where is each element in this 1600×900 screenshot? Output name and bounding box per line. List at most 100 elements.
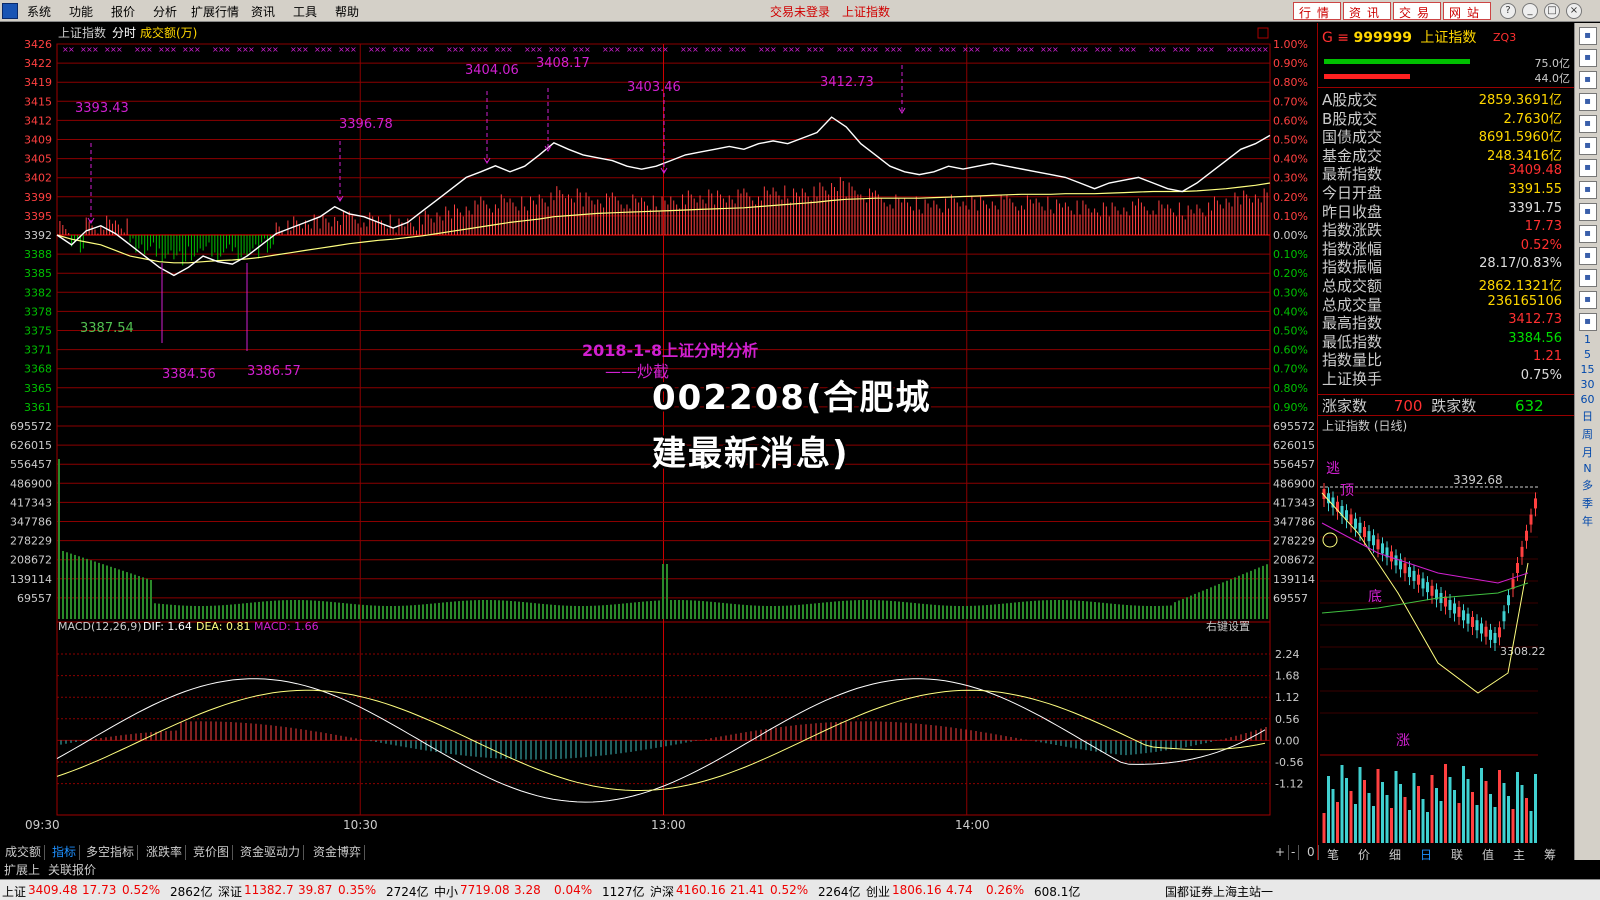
menu-info[interactable]: 资讯	[251, 3, 275, 20]
info-icon[interactable]: ▪	[1578, 181, 1597, 199]
help-icon[interactable]: ?	[1500, 3, 1516, 19]
price-axis-label: 3412	[24, 114, 52, 127]
indicator-tab[interactable]: 涨跌率	[143, 845, 187, 860]
period-button[interactable]: 周	[1578, 426, 1598, 442]
kline-icon[interactable]: ▪	[1578, 269, 1597, 287]
down-icon[interactable]: ▪	[1578, 71, 1597, 89]
panel-tab[interactable]: 价	[1358, 846, 1370, 863]
period-button[interactable]: 季	[1578, 495, 1598, 511]
close-icon[interactable]: ×	[1566, 3, 1582, 19]
price-axis-label: 3375	[24, 325, 52, 338]
quote-row: 国债成交 8691.5960亿	[1322, 126, 1562, 146]
mini-volume-bar	[1399, 784, 1402, 843]
menu-analysis[interactable]: 分析	[153, 3, 177, 20]
signal-mark: ×	[1208, 45, 1215, 54]
macd-name: MACD(12,26,9)	[58, 620, 142, 633]
price-axis-label: 3378	[24, 305, 52, 318]
tab-market[interactable]: 行情	[1293, 2, 1342, 20]
indicator-tab[interactable]: 指标	[49, 845, 81, 860]
restore-icon[interactable]: □	[1544, 3, 1560, 19]
indicator-tab[interactable]: 资金驱动力	[237, 845, 305, 860]
period-button[interactable]: 30	[1578, 378, 1598, 391]
indicator-tab[interactable]: 资金博弈	[310, 845, 366, 860]
minimize-icon[interactable]: _	[1522, 3, 1538, 19]
signal-mark: ×	[818, 45, 825, 54]
mini-volume-bar	[1345, 778, 1348, 843]
buy-volume-bar	[1324, 59, 1470, 64]
tab-website[interactable]: 网站	[1443, 2, 1492, 20]
menu-quote[interactable]: 报价	[111, 3, 135, 20]
price-axis-label: 3426	[24, 38, 52, 51]
menu-extended[interactable]: 扩展行情	[191, 3, 239, 20]
chart-icon[interactable]: ▪	[1578, 115, 1597, 133]
period-button[interactable]: 15	[1578, 363, 1598, 376]
panel-tab[interactable]: 筹	[1544, 846, 1556, 863]
pct-axis-label: 0.50%	[1273, 325, 1308, 338]
panel-tab[interactable]: 主	[1513, 846, 1525, 863]
indicator-tab[interactable]: 多空指标	[83, 845, 139, 860]
panel-tab[interactable]: 联	[1451, 846, 1463, 863]
period-button[interactable]: N	[1578, 462, 1598, 475]
tab-trade[interactable]: 交易	[1393, 2, 1442, 20]
period-button[interactable]: 5	[1578, 348, 1598, 361]
grid-icon[interactable]: ▪	[1578, 93, 1597, 111]
quote-label: 上证换手	[1322, 370, 1383, 388]
volume-unit: 成交额(万)	[140, 25, 197, 40]
menu-tools[interactable]: 工具	[293, 3, 317, 20]
signal-mark: ×	[1028, 45, 1035, 54]
table-icon[interactable]: ▪	[1578, 225, 1597, 243]
ticker-name: 中小	[434, 885, 459, 899]
panel-tab[interactable]: 笔	[1327, 846, 1339, 863]
quote-row: 最高指数 3412.73	[1322, 312, 1562, 332]
mini-candle	[1367, 531, 1371, 542]
trade-status[interactable]: 交易未登录	[770, 3, 830, 20]
notes-icon[interactable]: ▪	[1578, 137, 1597, 155]
macd-value: MACD: 1.66	[254, 620, 319, 633]
period-button[interactable]: 日	[1578, 408, 1598, 424]
scroll-up-icon[interactable]: ▪	[1578, 27, 1597, 45]
trend-icon[interactable]: ▪	[1578, 247, 1597, 265]
daily-kline-chart[interactable]: 3392.68 3308.22 逃顶底涨	[1318, 433, 1575, 845]
panel-tab[interactable]: 值	[1482, 846, 1494, 863]
tab-news[interactable]: 资讯	[1343, 2, 1392, 20]
broker-station[interactable]: 国都证券上海主站一	[1165, 883, 1273, 900]
period-button[interactable]: 年	[1578, 513, 1598, 529]
quote-row: 总成交额 2862.1321亿	[1322, 275, 1562, 295]
period-button[interactable]: 60	[1578, 393, 1598, 406]
app-logo-icon[interactable]	[2, 3, 18, 19]
menu-function[interactable]: 功能	[69, 3, 93, 20]
zoom-control[interactable]: +	[1272, 845, 1290, 860]
ticker-name: 创业	[866, 885, 891, 899]
f10-icon[interactable]: ▪	[1578, 203, 1597, 221]
mini-signal-circle	[1322, 532, 1338, 548]
compare-icon[interactable]: ▪	[1578, 291, 1597, 309]
ticker-value: 3409.48	[28, 883, 78, 897]
pct-icon[interactable]: ▪	[1578, 313, 1597, 331]
list-icon[interactable]: ▪	[1578, 159, 1597, 177]
zoom-control[interactable]: -	[1288, 845, 1300, 860]
quote-value: 8691.5960亿	[1478, 130, 1562, 146]
menu-help[interactable]: 帮助	[335, 3, 359, 20]
rise-value: 700	[1393, 397, 1423, 415]
panel-tab[interactable]: 细	[1389, 846, 1401, 863]
signal-mark: ×	[584, 45, 591, 54]
tab-extended[interactable]: 扩展上	[4, 861, 40, 878]
mini-volume-bar	[1448, 777, 1452, 843]
panel-divider	[1318, 87, 1575, 88]
volume-axis-label-right: 486900	[1273, 477, 1315, 490]
indicator-tab[interactable]: 成交额	[2, 845, 46, 860]
mini-ma-line-3	[1321, 582, 1529, 614]
period-button[interactable]: 1	[1578, 333, 1598, 346]
mini-volume-bar	[1349, 791, 1353, 843]
mini-candle	[1484, 626, 1488, 637]
tab-related-quote[interactable]: 关联报价	[48, 861, 96, 878]
up-icon[interactable]: ▪	[1578, 49, 1597, 67]
period-button[interactable]: 月	[1578, 444, 1598, 460]
signal-mark: ×	[506, 45, 513, 54]
menu-system[interactable]: 系统	[27, 3, 51, 20]
indicator-tab[interactable]: 竞价图	[190, 845, 234, 860]
mini-candle	[1493, 633, 1497, 644]
mini-candle	[1520, 546, 1524, 557]
period-button[interactable]: 多	[1578, 477, 1598, 493]
panel-tab[interactable]: 日	[1420, 846, 1432, 863]
